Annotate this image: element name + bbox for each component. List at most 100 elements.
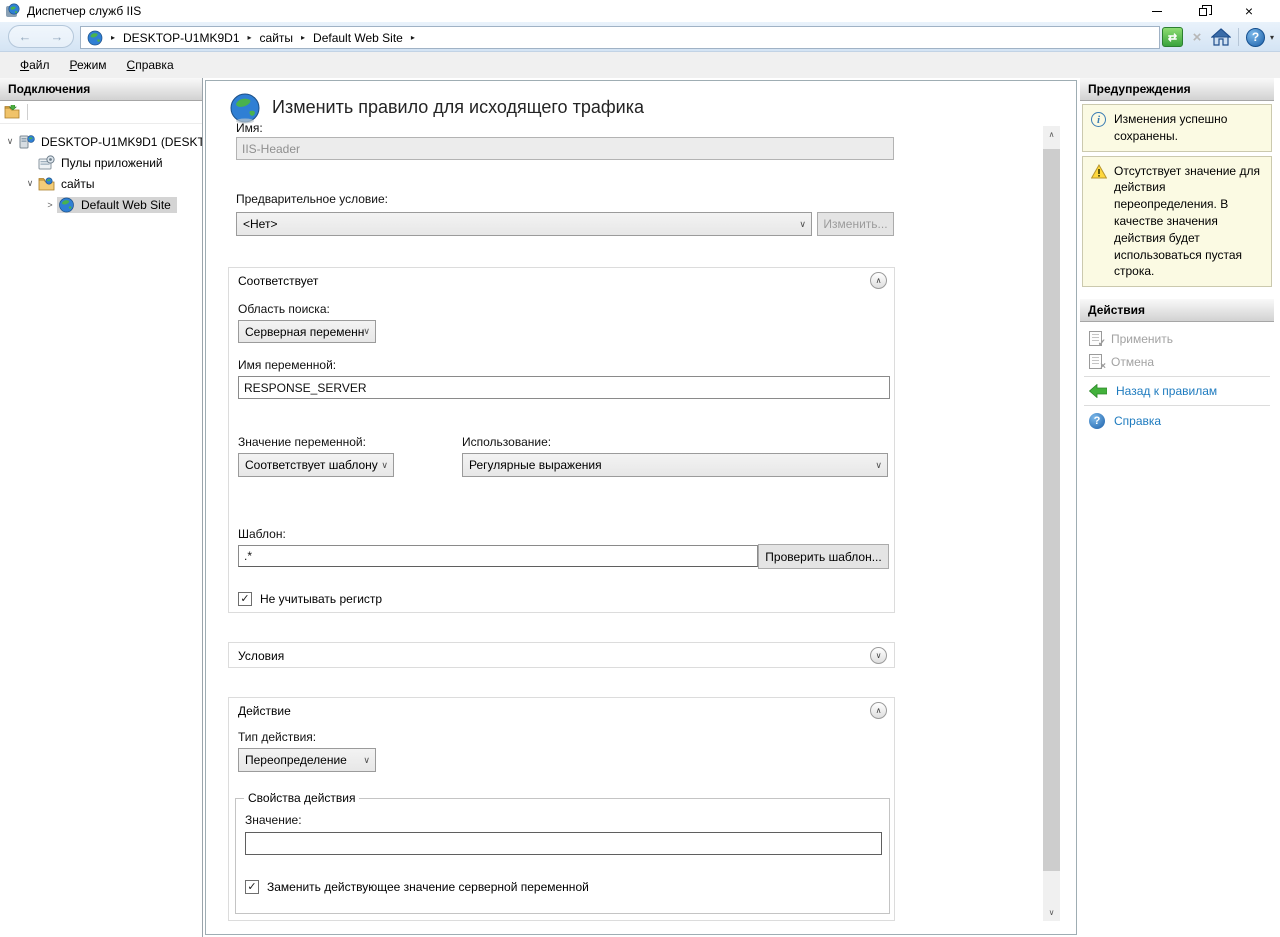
scope-value: Серверная переменн: [245, 325, 364, 339]
collapse-section-button[interactable]: ∧: [870, 272, 887, 289]
actions-separator: [1084, 405, 1270, 406]
menu-view[interactable]: Режим: [60, 54, 117, 76]
expand-collapse-icon[interactable]: ∨: [3, 136, 17, 147]
expand-collapse-icon[interactable]: >: [43, 200, 57, 210]
info-message: i Изменения успешно сохранены.: [1082, 104, 1272, 152]
tree-item-label: Пулы приложений: [59, 155, 165, 171]
help-dropdown-caret-icon[interactable]: ▾: [1270, 33, 1274, 42]
apply-icon: ✓: [1089, 331, 1102, 346]
window-title: Диспетчер служб IIS: [27, 4, 141, 18]
address-bar: ← → ▸ DESKTOP-U1MK9D1 ▸ сайты ▸ Default …: [0, 22, 1280, 52]
actions-header: Действия: [1080, 299, 1274, 322]
breadcrumb-sites[interactable]: сайты: [260, 31, 294, 45]
chevron-down-icon: ∨: [381, 460, 388, 471]
test-pattern-button[interactable]: Проверить шаблон...: [758, 544, 889, 569]
scroll-down-icon: ∨: [1049, 908, 1055, 917]
actions-header-label: Действия: [1088, 303, 1145, 317]
back-to-rules-label: Назад к правилам: [1116, 384, 1217, 398]
scroll-up-button[interactable]: ∧: [1043, 126, 1060, 143]
action-type-value: Переопределение: [245, 753, 347, 767]
menu-bar: Файл Режим Справка: [0, 52, 1280, 78]
scroll-down-button[interactable]: ∨: [1043, 904, 1060, 921]
collapse-section-button[interactable]: ∧: [870, 702, 887, 719]
check-icon: ✓: [1098, 339, 1106, 349]
cancel-action[interactable]: × Отмена: [1080, 350, 1274, 373]
scope-select[interactable]: Серверная переменн ∨: [238, 320, 376, 343]
back-to-rules-action[interactable]: Назад к правилам: [1080, 380, 1274, 402]
menu-help[interactable]: Справка: [117, 54, 184, 76]
precondition-label: Предварительное условие:: [236, 192, 388, 206]
toolbar-divider: [1238, 28, 1239, 46]
replace-value-checkbox[interactable]: ✓: [245, 880, 259, 894]
apply-action[interactable]: ✓ Применить: [1080, 327, 1274, 350]
replace-value-row: ✓ Заменить действующее значение серверно…: [245, 880, 589, 894]
minimize-button[interactable]: [1134, 0, 1180, 22]
using-select[interactable]: Регулярные выражения ∨: [462, 453, 888, 477]
tree-item-sites[interactable]: ∨ сайты: [0, 173, 202, 194]
refresh-button[interactable]: ⇄: [1162, 27, 1183, 47]
using-label: Использование:: [462, 435, 551, 449]
page-title: Изменить правило для исходящего трафика: [272, 97, 644, 118]
help-icon-glyph: ?: [1094, 415, 1101, 427]
action-section-title: Действие: [238, 704, 291, 718]
pattern-label: Шаблон:: [238, 527, 286, 541]
home-button[interactable]: [1211, 27, 1231, 47]
replace-value-label: Заменить действующее значение серверной …: [267, 880, 589, 894]
stop-button[interactable]: ×: [1188, 30, 1206, 45]
action-type-select[interactable]: Переопределение ∨: [238, 748, 376, 772]
name-input: [236, 137, 894, 160]
breadcrumb-separator-icon: ▸: [108, 33, 118, 42]
tree-item-app-pools[interactable]: Пулы приложений: [0, 152, 202, 173]
connections-tree: ∨ DESKTOP-U1MK9D1 (DESKTOP: [0, 124, 202, 215]
action-type-label: Тип действия:: [238, 730, 316, 744]
save-connection-folder-icon[interactable]: [4, 105, 20, 119]
variable-value-select[interactable]: Соответствует шаблону ∨: [238, 453, 394, 477]
menu-file[interactable]: Файл: [10, 54, 60, 76]
sites-folder-icon: [38, 176, 55, 192]
check-icon: ✓: [247, 882, 256, 893]
breadcrumb-server[interactable]: DESKTOP-U1MK9D1: [123, 31, 239, 45]
help-button[interactable]: ?: [1246, 28, 1265, 47]
value-label: Значение:: [245, 813, 302, 827]
conditions-section: Условия ∨: [228, 642, 895, 668]
check-icon: ✓: [240, 594, 249, 605]
pattern-input[interactable]: [238, 545, 758, 567]
breadcrumb-default-web-site[interactable]: Default Web Site: [313, 31, 403, 45]
server-icon: [18, 134, 35, 150]
help-icon: ?: [1089, 413, 1105, 429]
expand-section-button[interactable]: ∨: [870, 647, 887, 664]
cross-icon: ×: [1100, 362, 1106, 372]
cancel-label: Отмена: [1111, 355, 1154, 369]
match-section: Соответствует ∧ Область поиска: Серверна…: [228, 267, 895, 613]
help-action[interactable]: ? Справка: [1080, 409, 1274, 433]
help-label: Справка: [1114, 414, 1161, 428]
forward-button[interactable]: →: [51, 30, 64, 43]
vertical-scrollbar[interactable]: ∧ ∨: [1043, 126, 1060, 921]
ignore-case-checkbox[interactable]: ✓: [238, 592, 252, 606]
scrollbar-thumb[interactable]: [1043, 149, 1060, 871]
breadcrumb[interactable]: ▸ DESKTOP-U1MK9D1 ▸ сайты ▸ Default Web …: [80, 26, 1160, 49]
back-button[interactable]: ←: [19, 30, 32, 43]
connections-header-label: Подключения: [8, 82, 90, 96]
actions-list: ✓ Применить × Отмена Назад к правилам ? …: [1080, 322, 1274, 433]
restore-button[interactable]: [1180, 0, 1226, 22]
tree-item-server[interactable]: ∨ DESKTOP-U1MK9D1 (DESKTOP: [0, 131, 202, 152]
edit-precondition-button[interactable]: Изменить...: [817, 212, 894, 236]
variable-value-label: Значение переменной:: [238, 435, 366, 449]
scroll-up-icon: ∧: [1049, 130, 1055, 139]
scope-label: Область поиска:: [238, 302, 330, 316]
chevron-down-icon: ∨: [876, 651, 882, 660]
info-icon: i: [1091, 112, 1106, 127]
tree-item-default-web-site[interactable]: > Default Web Site: [0, 194, 202, 215]
breadcrumb-separator-icon: ▸: [408, 33, 418, 42]
precondition-select[interactable]: <Нет> ∨: [236, 212, 812, 236]
restore-icon: [1199, 8, 1207, 16]
back-arrow-icon: [1089, 384, 1107, 398]
variable-name-input[interactable]: [238, 376, 890, 399]
warnings-header-label: Предупреждения: [1088, 82, 1191, 96]
cancel-icon: ×: [1089, 354, 1102, 369]
value-input[interactable]: [245, 832, 882, 855]
expand-collapse-icon[interactable]: ∨: [23, 178, 37, 189]
close-button[interactable]: ×: [1226, 0, 1272, 22]
action-properties-group: Свойства действия Значение: ✓ Заменить д…: [235, 798, 890, 914]
